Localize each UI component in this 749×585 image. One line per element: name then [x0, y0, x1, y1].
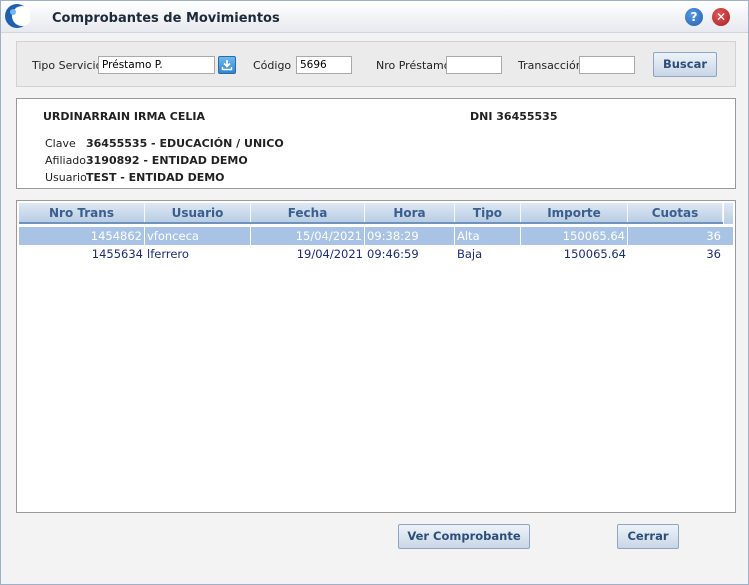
cell-hora: 09:46:59 [367, 247, 419, 261]
cell-cuotas: 36 [706, 247, 721, 261]
cell-nro-trans: 1455634 [91, 247, 143, 261]
nro-prestamo-label: Nro Préstamo [376, 59, 451, 72]
title-bar: Comprobantes de Movimientos ? ✕ [1, 1, 748, 33]
transaccion-label: Transacción [518, 59, 583, 72]
codigo-label: Código [253, 59, 292, 72]
tipo-servicio-field[interactable]: Préstamo P. [98, 56, 215, 74]
table-row[interactable]: 1455634 lferrero 19/04/2021 09:46:59 Baj… [19, 245, 733, 263]
cell-cuotas: 36 [706, 229, 721, 243]
transaccion-field[interactable] [579, 56, 635, 74]
download-icon [221, 60, 233, 71]
search-panel: Tipo Servicio Préstamo P. Código 5696 Nr… [16, 41, 736, 87]
cell-usuario: lferrero [147, 247, 189, 261]
close-icon[interactable]: ✕ [712, 8, 730, 26]
affiliate-info-panel: URDINARRAIN IRMA CELIA DNI 36455535 Clav… [16, 98, 736, 189]
column-header-nro-trans[interactable]: Nro Trans [19, 203, 145, 222]
column-header-importe[interactable]: Importe [521, 203, 628, 222]
dialog-window: Comprobantes de Movimientos ? ✕ Tipo Ser… [0, 0, 749, 585]
cell-fecha: 19/04/2021 [296, 247, 363, 261]
affiliate-dni: DNI 36455535 [470, 110, 558, 123]
usuario-label: Usuario [45, 171, 87, 184]
column-header-usuario[interactable]: Usuario [145, 203, 251, 222]
cell-usuario: vfonceca [145, 227, 251, 245]
column-header-cuotas[interactable]: Cuotas [628, 203, 723, 222]
table-header: Nro Trans Usuario Fecha Hora Tipo Import… [19, 203, 733, 224]
clave-value: 36455535 - EDUCACIÓN / UNICO [86, 137, 284, 150]
cell-nro-trans: 1454862 [19, 227, 145, 245]
column-header-tipo[interactable]: Tipo [455, 203, 521, 222]
cell-tipo: Alta [455, 227, 521, 245]
column-header-hora[interactable]: Hora [365, 203, 455, 222]
ver-comprobante-button[interactable]: Ver Comprobante [398, 524, 530, 549]
app-logo-icon [5, 4, 30, 28]
column-header-fecha[interactable]: Fecha [251, 203, 365, 222]
afiliado-value: 3190892 - ENTIDAD DEMO [86, 154, 248, 167]
usuario-value: TEST - ENTIDAD DEMO [86, 171, 225, 184]
cell-importe: 150065.64 [563, 247, 626, 261]
cell-fecha: 15/04/2021 [251, 227, 365, 245]
nro-prestamo-field[interactable] [446, 56, 502, 74]
help-icon[interactable]: ? [685, 8, 703, 26]
cerrar-button[interactable]: Cerrar [617, 524, 679, 549]
cell-importe: 150065.64 [521, 227, 628, 245]
afiliado-label: Afiliado [45, 154, 87, 167]
tipo-servicio-label: Tipo Servicio [32, 59, 103, 72]
header-scroll-cap [723, 203, 733, 224]
affiliate-name: URDINARRAIN IRMA CELIA [43, 110, 205, 123]
buscar-button[interactable]: Buscar [653, 52, 717, 77]
clave-label: Clave [45, 137, 76, 150]
cell-hora: 09:38:29 [365, 227, 455, 245]
movements-table: Nro Trans Usuario Fecha Hora Tipo Import… [16, 200, 736, 513]
codigo-field[interactable]: 5696 [296, 56, 352, 74]
cell-tipo: Baja [457, 247, 483, 261]
window-title: Comprobantes de Movimientos [52, 11, 280, 26]
lookup-service-button[interactable] [218, 56, 236, 74]
table-row[interactable]: 1454862 vfonceca 15/04/2021 09:38:29 Alt… [19, 227, 733, 245]
